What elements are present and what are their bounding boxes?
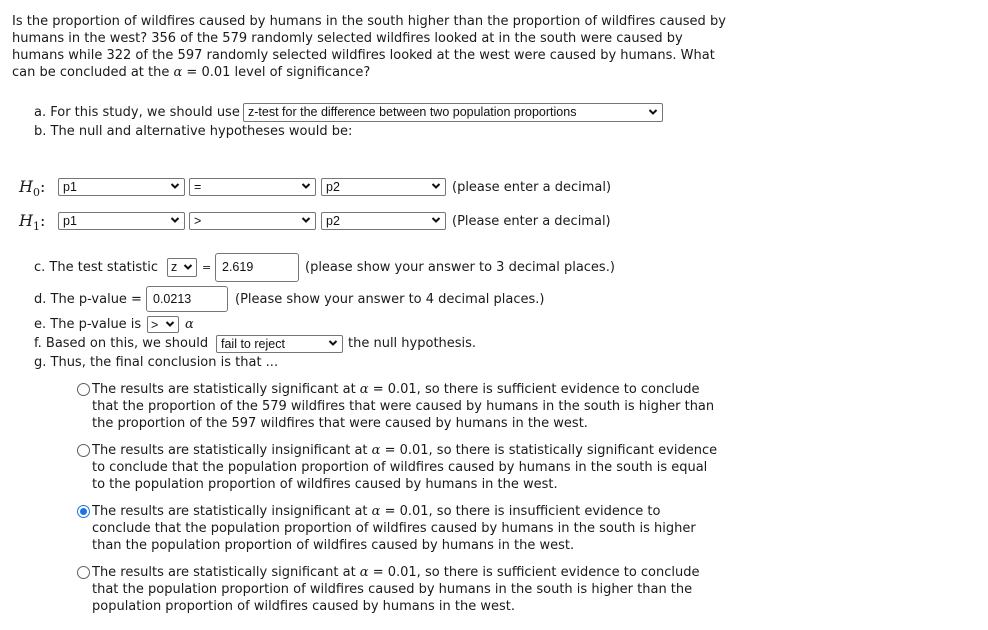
- h1-right-value: p2: [326, 214, 340, 228]
- part-c-hint: (please show your answer to 3 decimal pl…: [305, 260, 615, 275]
- h1-label: H1:: [19, 211, 46, 234]
- part-a-label: a. For this study, we should use: [34, 105, 240, 120]
- conclusion-option-text-1: The results are statistically significan…: [92, 381, 722, 432]
- part-d-hint: (Please show your answer to 4 decimal pl…: [235, 292, 545, 307]
- chevron-down-icon: [328, 340, 338, 346]
- part-b-label: b. The null and alternative hypotheses w…: [34, 124, 353, 139]
- h0-label: H0:: [19, 177, 46, 200]
- test-statistic-input[interactable]: 2.619: [215, 253, 299, 282]
- alpha-symbol: α: [359, 565, 369, 580]
- h1-left-value: p1: [63, 214, 77, 228]
- part-c-label: c. The test statistic: [34, 260, 158, 275]
- h0-right-select[interactable]: p2: [321, 178, 446, 196]
- conclusion-text-pre: The results are statistically significan…: [92, 565, 360, 580]
- conclusion-option-text-4: The results are statistically significan…: [92, 564, 722, 615]
- equals-sign: =: [202, 261, 212, 274]
- p-value-comparison-value: >: [151, 318, 159, 332]
- part-g-label: g. Thus, the final conclusion is that ..…: [34, 355, 279, 370]
- p-value-input[interactable]: 0.0213: [146, 286, 228, 312]
- chevron-down-icon: [431, 183, 441, 189]
- decision-select[interactable]: fail to reject: [216, 335, 343, 353]
- test-type-select[interactable]: z-test for the difference between two po…: [243, 103, 663, 122]
- h1-operator-value: >: [194, 214, 202, 228]
- h0-left-select[interactable]: p1: [58, 178, 185, 196]
- question-text-part2: = 0.01 level of significance?: [182, 65, 371, 80]
- chevron-down-icon: [165, 320, 175, 327]
- alpha-symbol: α: [173, 65, 183, 80]
- chevron-down-icon: [431, 217, 441, 223]
- conclusion-radio-1[interactable]: [77, 383, 90, 396]
- part-e-label: e. The p-value is: [34, 317, 142, 332]
- conclusion-text-pre: The results are statistically insignific…: [92, 443, 372, 458]
- h0-operator-select[interactable]: =: [189, 178, 316, 196]
- part-f-label: f. Based on this, we should: [34, 336, 209, 351]
- part-f-suffix: the null hypothesis.: [348, 336, 477, 351]
- conclusion-text-pre: The results are statistically insignific…: [92, 504, 372, 519]
- test-type-selected-value: z-test for the difference between two po…: [248, 105, 577, 119]
- h0-hint: (please enter a decimal): [452, 180, 612, 195]
- part-d-label: d. The p-value =: [34, 292, 142, 307]
- h0-left-value: p1: [63, 180, 77, 194]
- conclusion-text-pre: The results are statistically significan…: [92, 382, 360, 397]
- h0-right-value: p2: [326, 180, 340, 194]
- h1-operator-select[interactable]: >: [189, 212, 316, 230]
- test-statistic-value: z: [171, 260, 178, 274]
- alpha-symbol: α: [185, 317, 194, 332]
- h1-right-select[interactable]: p2: [321, 212, 446, 230]
- question-text: Is the proportion of wildfires caused by…: [12, 13, 732, 81]
- conclusion-radio-2[interactable]: [77, 444, 90, 457]
- test-statistic-select[interactable]: z: [167, 258, 197, 277]
- conclusion-option-text-3: The results are statistically insignific…: [92, 503, 722, 554]
- alpha-symbol: α: [359, 382, 369, 397]
- conclusion-radio-3[interactable]: [77, 505, 90, 518]
- chevron-down-icon: [301, 217, 311, 223]
- decision-selected-value: fail to reject: [221, 337, 285, 351]
- p-value-comparison-select[interactable]: >: [147, 316, 179, 333]
- h1-hint: (Please enter a decimal): [452, 214, 611, 229]
- chevron-down-icon: [648, 108, 658, 115]
- chevron-down-icon: [170, 217, 180, 223]
- conclusion-option-text-2: The results are statistically insignific…: [92, 442, 722, 493]
- chevron-down-icon: [301, 183, 311, 189]
- h1-left-select[interactable]: p1: [58, 212, 185, 230]
- conclusion-radio-4[interactable]: [77, 566, 90, 579]
- chevron-down-icon: [183, 263, 193, 270]
- chevron-down-icon: [170, 183, 180, 189]
- h0-operator-value: =: [194, 180, 202, 194]
